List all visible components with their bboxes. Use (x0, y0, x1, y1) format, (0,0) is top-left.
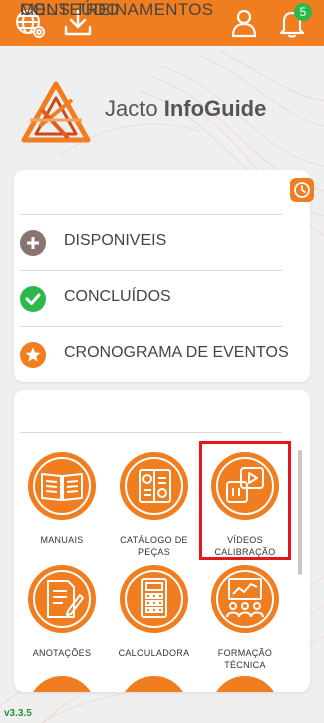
notes-icon (33, 570, 91, 628)
grid-row-partial (14, 676, 310, 692)
grid-item-anotacoes[interactable]: ANOTAÇÕES (18, 565, 106, 675)
grid-item-partial[interactable] (211, 676, 279, 692)
grid-item-label: ANOTAÇÕES (32, 648, 92, 658)
selection-highlight (199, 441, 291, 560)
grid-item-formacao-tecnica[interactable]: FORMAÇÃO TÉCNICA (201, 565, 289, 675)
conteudo-title: CONTEÚDO (20, 0, 120, 19)
brand-name: Jacto InfoGuide (105, 96, 267, 121)
grid-item-label: FORMAÇÃO TÉCNICA (217, 648, 273, 670)
grid-item-calculadora[interactable]: CALCULADORA (110, 565, 198, 675)
jacto-logo (21, 81, 91, 143)
version-label: v3.3.5 (4, 708, 32, 719)
check-circle-icon (20, 286, 46, 312)
menu-item-cronograma[interactable]: CRONOGRAMA DE EVENTOS (20, 334, 289, 374)
grid-item-label: CALCULADORA (118, 648, 190, 658)
book-icon (33, 457, 91, 515)
calculator-icon (125, 570, 183, 628)
grid-item-partial[interactable] (120, 676, 188, 692)
divider (20, 326, 282, 327)
divider (20, 214, 282, 215)
star-circle-icon (20, 342, 46, 368)
catalog-icon (125, 457, 183, 515)
presentation-icon (216, 570, 274, 628)
menu-item-concluidos[interactable]: CONCLUÍDOS (20, 278, 288, 318)
notification-badge: 5 (294, 3, 312, 21)
menu-item-label: CONCLUÍDOS (64, 288, 171, 305)
user-icon[interactable] (228, 7, 260, 39)
bell-icon[interactable]: 5 (276, 3, 312, 39)
divider (20, 270, 282, 271)
grid-item-label: CATÁLOGO DE PEÇAS (120, 535, 188, 557)
grid-item-label: MANUAIS (40, 535, 84, 545)
grid-item-partial[interactable] (28, 676, 96, 692)
grid-item-catalogo-pecas[interactable]: CATÁLOGO DE PEÇAS (110, 452, 198, 562)
menu-item-label: CRONOGRAMA DE EVENTOS (64, 344, 289, 361)
grid-item-manuais[interactable]: MANUAIS (18, 452, 106, 562)
plus-circle-icon (20, 230, 46, 256)
scrollbar[interactable] (298, 450, 302, 575)
menu-item-label: DISPONIVEIS (64, 232, 167, 249)
divider (20, 432, 282, 433)
clock-icon[interactable] (290, 178, 314, 202)
menu-item-disponiveis[interactable]: DISPONIVEIS (20, 222, 288, 262)
